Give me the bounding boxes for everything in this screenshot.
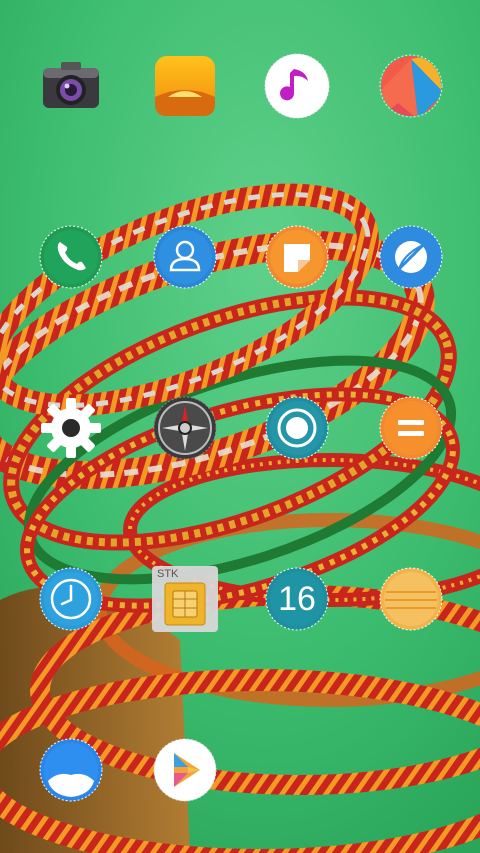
settings-app-icon[interactable] bbox=[38, 395, 104, 461]
sim-toolkit-app-icon[interactable]: STK bbox=[150, 564, 220, 634]
notes-app-icon[interactable] bbox=[264, 224, 330, 290]
memo-app-icon[interactable] bbox=[378, 566, 444, 632]
camera-app-icon[interactable] bbox=[38, 53, 104, 119]
play-store-app-icon[interactable] bbox=[152, 737, 218, 803]
home-screen-grid: STK 16 bbox=[0, 0, 480, 853]
calendar-app-icon[interactable]: 16 bbox=[264, 566, 330, 632]
music-app-icon[interactable] bbox=[264, 53, 330, 119]
browser-app-icon[interactable] bbox=[378, 224, 444, 290]
clock-app-icon[interactable] bbox=[38, 566, 104, 632]
calendar-day-number: 16 bbox=[278, 579, 316, 618]
weather-app-icon[interactable] bbox=[38, 737, 104, 803]
stk-chip-label: STK bbox=[157, 568, 179, 580]
compass-app-icon[interactable] bbox=[152, 395, 218, 461]
calculator-app-icon[interactable] bbox=[378, 395, 444, 461]
phone-app-icon[interactable] bbox=[38, 224, 104, 290]
gallery-app-icon[interactable] bbox=[152, 53, 218, 119]
recorder-app-icon[interactable] bbox=[264, 395, 330, 461]
contacts-app-icon[interactable] bbox=[152, 224, 218, 290]
themes-app-icon[interactable] bbox=[378, 53, 444, 119]
